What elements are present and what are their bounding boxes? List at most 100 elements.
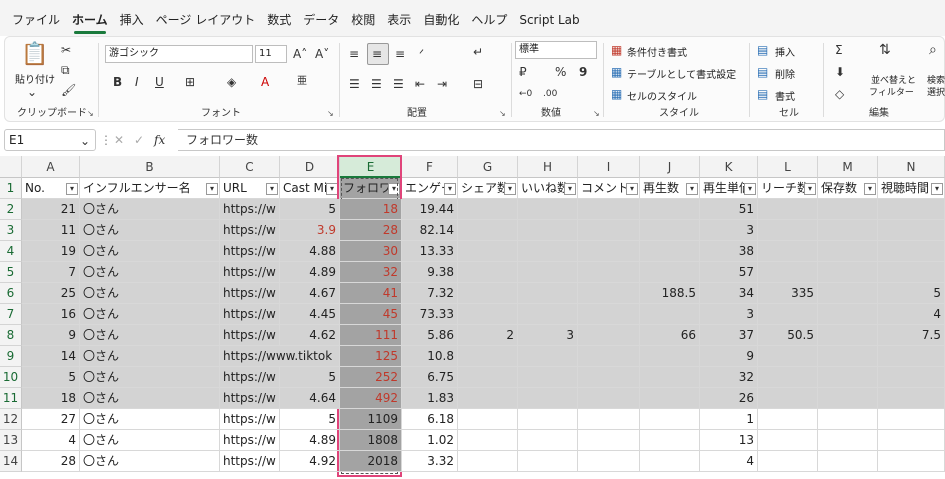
table-cell-d[interactable]: 5 [280,409,340,430]
table-cell-c[interactable]: https://w [220,388,280,409]
table-cell-g[interactable] [458,346,518,367]
table-cell-nn[interactable] [878,346,945,367]
table-cell-k[interactable]: 3 [700,220,758,241]
filter-dropdown-icon[interactable]: ▾ [864,183,876,195]
font-color-icon[interactable]: A [261,75,269,89]
tab-5[interactable]: データ [297,0,345,36]
table-cell-l[interactable] [758,262,818,283]
table-cell-a[interactable]: 14 [22,346,80,367]
table-cell-e[interactable]: 492 [340,388,402,409]
table-cell-j[interactable] [640,451,700,472]
decrease-indent-icon[interactable]: ⇤ [415,77,425,91]
table-cell-j[interactable] [640,220,700,241]
table-cell-d[interactable]: 3.9 [280,220,340,241]
table-cell-b[interactable]: 〇さん [80,367,220,388]
table-cell-k[interactable]: 26 [700,388,758,409]
table-cell-h[interactable] [518,220,578,241]
insert-function-icon[interactable]: fx [154,133,165,147]
table-cell-k[interactable]: 13 [700,430,758,451]
table-cell-h[interactable] [518,346,578,367]
table-cell-j[interactable] [640,409,700,430]
filter-dropdown-icon[interactable]: ▾ [266,183,278,195]
table-cell-h[interactable] [518,304,578,325]
table-cell-c[interactable]: https://w [220,283,280,304]
increase-decimal-icon[interactable]: ←0 [519,87,532,101]
table-cell-k[interactable]: 1 [700,409,758,430]
table-cell-m[interactable] [818,283,878,304]
autosum-icon[interactable]: Σ [835,43,843,57]
table-cell-a[interactable]: 4 [22,430,80,451]
table-cell-f[interactable]: 1.83 [402,388,458,409]
filter-dropdown-icon[interactable]: ▾ [931,183,943,195]
table-cell-c[interactable]: https://w [220,241,280,262]
table-cell-i[interactable] [578,430,640,451]
table-cell-m[interactable] [818,199,878,220]
select-all-corner[interactable] [0,156,22,178]
column-header-h[interactable]: H [518,156,578,178]
table-cell-m[interactable] [818,451,878,472]
table-cell-d[interactable]: 4.89 [280,430,340,451]
table-cell-i[interactable] [578,241,640,262]
table-cell-i[interactable] [578,325,640,346]
table-cell-c[interactable]: https://www.tiktok [220,346,340,367]
comma-style-icon[interactable]: 9 [579,65,587,79]
table-cell-h[interactable] [518,409,578,430]
table-cell-nn[interactable] [878,199,945,220]
table-cell-c[interactable]: https://w [220,430,280,451]
currency-icon[interactable]: ₽ [519,65,527,79]
table-cell-g[interactable] [458,241,518,262]
align-middle-icon[interactable]: ≡ [372,47,382,61]
table-cell-g[interactable] [458,199,518,220]
table-cell-f[interactable]: 5.86 [402,325,458,346]
table-cell-i[interactable] [578,367,640,388]
table-cell-i[interactable] [578,451,640,472]
table-cell-nn[interactable]: 4 [878,304,945,325]
tab-10[interactable]: Script Lab [513,0,585,36]
table-cell-b[interactable]: 〇さん [80,388,220,409]
table-cell-l[interactable] [758,409,818,430]
table-cell-l[interactable] [758,220,818,241]
table-cell-j[interactable] [640,262,700,283]
table-cell-k[interactable]: 38 [700,241,758,262]
tab-4[interactable]: 数式 [261,0,297,36]
table-cell-a[interactable]: 25 [22,283,80,304]
select-label[interactable]: 選択 [927,85,945,98]
table-cell-a[interactable]: 11 [22,220,80,241]
filter-dropdown-icon[interactable]: ▾ [388,183,400,195]
column-header-m[interactable]: M [818,156,878,178]
table-cell-m[interactable] [818,346,878,367]
increase-indent-icon[interactable]: ⇥ [437,77,447,91]
column-header-a[interactable]: A [22,156,80,178]
filter-dropdown-icon[interactable]: ▾ [444,183,456,195]
table-cell-k[interactable]: 9 [700,346,758,367]
row-header-8[interactable]: 8 [0,325,22,346]
column-header-n[interactable]: N [878,156,945,178]
align-top-icon[interactable]: ≡ [349,47,359,61]
table-cell-i[interactable] [578,283,640,304]
table-cell-m[interactable] [818,430,878,451]
table-cell-f[interactable]: 13.33 [402,241,458,262]
chevron-down-icon[interactable]: ⌄ [80,134,90,148]
delete-cells-icon[interactable]: ▤ [757,65,768,79]
merge-center-icon[interactable]: ⊟ [473,77,483,91]
column-header-d[interactable]: D [280,156,340,178]
table-cell-nn[interactable] [878,409,945,430]
table-cell-a[interactable]: 18 [22,388,80,409]
table-cell-a[interactable]: 28 [22,451,80,472]
table-cell-g[interactable] [458,367,518,388]
tab-6[interactable]: 校閲 [345,0,381,36]
table-cell-h[interactable] [518,262,578,283]
column-header-g[interactable]: G [458,156,518,178]
table-cell-b[interactable]: 〇さん [80,199,220,220]
table-cell-k[interactable]: 32 [700,367,758,388]
tab-2[interactable]: 挿入 [114,0,150,36]
table-cell-k[interactable]: 51 [700,199,758,220]
table-cell-l[interactable] [758,430,818,451]
table-cell-d[interactable]: 4.67 [280,283,340,304]
table-cell-a[interactable]: 9 [22,325,80,346]
copy-icon[interactable]: ⧉ [61,63,70,77]
grow-font-icon[interactable]: A˄ [293,47,307,61]
table-cell-a[interactable]: 19 [22,241,80,262]
table-cell-l[interactable] [758,388,818,409]
table-cell-nn[interactable] [878,451,945,472]
